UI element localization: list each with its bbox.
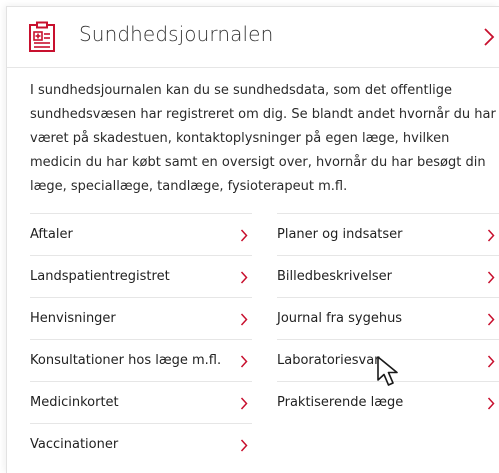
medical-journal-icon <box>29 21 55 52</box>
link-label: Medicinkortet <box>30 395 119 410</box>
link-label: Laboratoriesvar <box>277 353 380 368</box>
chevron-right-icon <box>240 313 248 326</box>
link-label: Journal fra sygehus <box>277 311 403 326</box>
link-label: Praktiserende læge <box>277 395 404 410</box>
link-label: Planer og indsatser <box>277 227 403 242</box>
links-column-left: Aftaler Landspatientregistret Henvisning… <box>30 213 252 465</box>
link-vaccinationer[interactable]: Vaccinationer <box>30 423 252 465</box>
chevron-right-icon <box>487 313 495 326</box>
link-label: Henvisninger <box>30 311 116 326</box>
link-journal-fra-sygehus[interactable]: Journal fra sygehus <box>277 297 499 339</box>
link-praktiserende-laege[interactable]: Praktiserende læge <box>277 381 499 423</box>
link-medicinkortet[interactable]: Medicinkortet <box>30 381 252 423</box>
link-label: Konsultationer hos læge m.fl. <box>30 353 222 368</box>
link-label: Vaccinationer <box>30 437 119 452</box>
link-label: Aftaler <box>30 227 73 242</box>
link-laboratoriesvar[interactable]: Laboratoriesvar <box>277 339 499 381</box>
chevron-right-icon <box>240 271 248 284</box>
card-header[interactable]: Sundhedsjournalen <box>7 7 499 68</box>
intro-text: I sundhedsjournalen kan du se sundhedsda… <box>30 83 496 194</box>
link-landspatientregistret[interactable]: Landspatientregistret <box>30 255 252 297</box>
chevron-right-icon <box>487 229 495 242</box>
chevron-right-icon <box>487 397 495 410</box>
chevron-right-icon[interactable] <box>483 27 495 47</box>
card-title: Sundhedsjournalen <box>79 22 274 46</box>
link-aftaler[interactable]: Aftaler <box>30 213 252 255</box>
link-label: Landspatientregistret <box>30 269 170 284</box>
chevron-right-icon <box>240 439 248 452</box>
link-label: Billedbeskrivelser <box>277 269 392 284</box>
chevron-right-icon <box>240 355 248 368</box>
link-billedbeskrivelser[interactable]: Billedbeskrivelser <box>277 255 499 297</box>
chevron-right-icon <box>487 355 495 368</box>
link-henvisninger[interactable]: Henvisninger <box>30 297 252 339</box>
link-konsultationer[interactable]: Konsultationer hos læge m.fl. <box>30 339 252 381</box>
sundhedsjournalen-card: Sundhedsjournalen I sundhedsjournalen ka… <box>6 6 499 473</box>
chevron-right-icon <box>240 229 248 242</box>
links-column-right: Planer og indsatser Billedbeskrivelser J… <box>277 213 499 423</box>
link-planer-og-indsatser[interactable]: Planer og indsatser <box>277 213 499 255</box>
chevron-right-icon <box>240 397 248 410</box>
chevron-right-icon <box>487 271 495 284</box>
